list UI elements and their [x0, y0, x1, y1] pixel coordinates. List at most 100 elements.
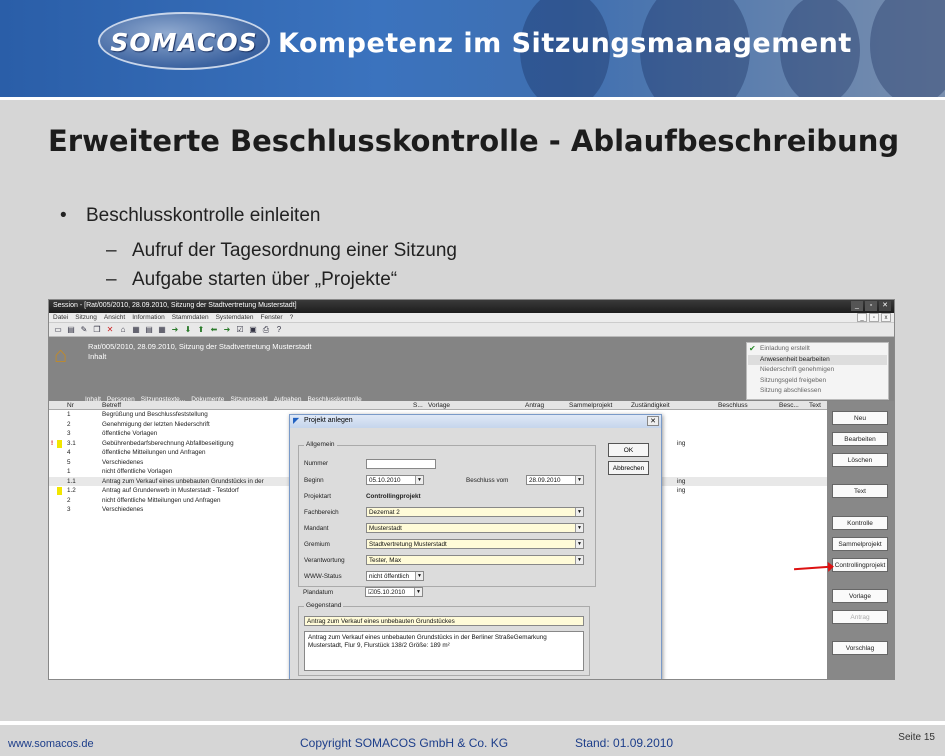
project-type-value: Controllingprojekt — [366, 493, 421, 500]
report-icon[interactable]: ▤ — [144, 325, 154, 335]
column-header[interactable]: Besc... — [779, 402, 799, 409]
menu-item[interactable]: Systemdaten — [216, 314, 254, 322]
column-header[interactable]: Antrag — [525, 402, 544, 409]
status-item[interactable]: Einladung erstellt — [748, 344, 887, 355]
text-button[interactable]: Text — [832, 484, 888, 498]
home-icon[interactable]: ⌂ — [118, 325, 128, 335]
footer-url[interactable]: www.somacos.de — [8, 738, 94, 750]
chevron-down-icon: ▼ — [414, 588, 422, 596]
subject-description[interactable]: Antrag zum Verkauf eines unbebauten Grun… — [304, 631, 584, 671]
dialog-icon: ◤ — [293, 416, 300, 425]
arrow-right-icon[interactable]: ➜ — [222, 325, 232, 335]
maximize-icon[interactable]: ▫ — [865, 301, 877, 311]
calendar-icon[interactable]: ▦ — [131, 325, 141, 335]
window-titlebar: Session - [Rat/005/2010, 28.09.2010, Sit… — [49, 300, 894, 313]
home-icon: ⌂ — [54, 342, 68, 367]
restore-icon[interactable]: ▫ — [869, 313, 879, 322]
menu-item[interactable]: Datei — [53, 314, 68, 322]
menu-item[interactable]: Fenster — [261, 314, 283, 322]
subject-field[interactable]: Antrag zum Verkauf eines unbebauten Grun… — [304, 616, 584, 626]
footer-date: Stand: 01.09.2010 — [575, 736, 674, 750]
table-header: Nr Betreff S... Vorlage Antrag Sammelpro… — [49, 401, 828, 410]
number-field[interactable] — [366, 459, 436, 469]
collective-project-button[interactable]: Sammelprojekt — [832, 537, 888, 551]
control-button[interactable]: Kontrolle — [832, 516, 888, 530]
action-panel: Neu Bearbeiten Löschen Text Kontrolle Sa… — [827, 401, 894, 679]
department-select[interactable]: Dezernat 2 ▼ — [366, 507, 584, 517]
committee-select[interactable]: Stadtvertretung Musterstadt ▼ — [366, 539, 584, 549]
controlling-project-button[interactable]: Controllingprojekt — [832, 558, 888, 572]
copy-icon[interactable]: ❐ — [92, 325, 102, 335]
tagline: Kompetenz im Sitzungsmanagement — [278, 28, 852, 59]
chevron-down-icon: ▼ — [575, 540, 583, 548]
chevron-down-icon: ▼ — [415, 572, 423, 580]
chevron-down-icon: ▼ — [575, 508, 583, 516]
column-header[interactable]: S... — [413, 402, 423, 409]
proposal-button[interactable]: Vorlage — [832, 589, 888, 603]
new-document-icon[interactable]: ▭ — [53, 325, 63, 335]
toolbar: ▭ ▤ ✎ ❐ ✕ ⌂ ▦ ▤ ▦ ➜ ⬇ ⬆ ⬅ ➜ ☑ ▣ ⎙ ? — [49, 323, 894, 337]
menu-item[interactable]: Sitzung — [75, 314, 97, 322]
highlight-marker — [57, 487, 62, 495]
session-title: Rat/005/2010, 28.09.2010, Sitzung der St… — [88, 342, 312, 351]
column-header[interactable]: Zuständigkeit — [631, 402, 670, 409]
menu-item[interactable]: Ansicht — [104, 314, 125, 322]
new-button[interactable]: Neu — [832, 411, 888, 425]
arrow-down-icon[interactable]: ⬇ — [183, 325, 193, 335]
subject-group: Gegenstand Antrag zum Verkauf eines unbe… — [298, 602, 590, 676]
column-header[interactable]: Vorlage — [428, 402, 450, 409]
session-subtitle: Inhalt — [88, 352, 107, 361]
column-header[interactable]: Beschluss — [718, 402, 748, 409]
bullet-sub: – Aufgabe starten über „Projekte“ — [106, 269, 398, 290]
bullet-sub: – Aufruf der Tagesordnung einer Sitzung — [106, 240, 457, 261]
decision-date-field[interactable]: 28.09.2010 ▼ — [526, 475, 584, 485]
edit-icon[interactable]: ✎ — [79, 325, 89, 335]
column-header[interactable]: Sammelprojekt — [569, 402, 612, 409]
chevron-down-icon: ▼ — [415, 476, 423, 484]
delete-button[interactable]: Löschen — [832, 453, 888, 467]
status-item[interactable]: Anwesenheit bearbeiten — [748, 354, 887, 365]
menu-bar: Datei Sitzung Ansicht Information Stammd… — [49, 313, 894, 323]
ok-button[interactable]: OK — [608, 443, 649, 457]
chevron-down-icon: ▼ — [575, 556, 583, 564]
status-item[interactable]: Niederschrift genehmigen — [748, 365, 887, 376]
create-project-dialog: ◤ Projekt anlegen ✕ Allgemein Nummer Begin… — [289, 414, 662, 679]
delete-icon[interactable]: ✕ — [105, 325, 115, 335]
arrow-up-icon[interactable]: ⬆ — [196, 325, 206, 335]
close-icon[interactable]: ✕ — [647, 416, 659, 426]
menu-item[interactable]: Information — [132, 314, 165, 322]
help-icon[interactable]: ? — [274, 325, 284, 335]
cancel-button[interactable]: Abbrechen — [608, 461, 649, 475]
status-item[interactable]: Sitzung abschliessen — [748, 386, 887, 397]
menu-item[interactable]: ? — [290, 314, 294, 322]
print-icon[interactable]: ⎙ — [261, 325, 271, 335]
chevron-down-icon: ▼ — [575, 476, 583, 484]
bullet-main: • Beschlusskontrolle einleiten — [60, 205, 321, 226]
edit-button[interactable]: Bearbeiten — [832, 432, 888, 446]
minimize-icon[interactable]: _ — [851, 301, 863, 311]
close-icon[interactable]: ✕ — [879, 301, 891, 311]
menu-item[interactable]: Stammdaten — [172, 314, 209, 322]
column-header[interactable]: Nr — [67, 402, 74, 409]
close-icon[interactable]: x — [881, 313, 891, 322]
footer-divider — [0, 721, 945, 725]
save-icon[interactable]: ▣ — [248, 325, 258, 335]
open-icon[interactable]: ▤ — [66, 325, 76, 335]
arrow-right-icon[interactable]: ➜ — [170, 325, 180, 335]
client-select[interactable]: Musterstadt ▼ — [366, 523, 584, 533]
grid-icon[interactable]: ▦ — [157, 325, 167, 335]
checklist-icon[interactable]: ☑ — [235, 325, 245, 335]
responsible-select[interactable]: Tester, Max ▼ — [366, 555, 584, 565]
start-date-field[interactable]: 05.10.2010 ▼ — [366, 475, 424, 485]
motion-button[interactable]: Antrag — [832, 610, 888, 624]
minimize-icon[interactable]: _ — [857, 313, 867, 322]
column-header[interactable]: Text — [809, 402, 821, 409]
arrow-left-icon[interactable]: ⬅ — [209, 325, 219, 335]
status-item[interactable]: Sitzungsgeld freigeben — [748, 376, 887, 387]
slide-title: Erweiterte Beschlusskontrolle - Ablaufbe… — [48, 124, 900, 158]
column-header[interactable]: Betreff — [102, 402, 121, 409]
suggestion-button[interactable]: Vorschlag — [832, 641, 888, 655]
planned-date-field[interactable]: ☑05.10.2010 ▼ — [365, 587, 423, 597]
www-status-select[interactable]: nicht öffentlich ▼ — [366, 571, 424, 581]
workflow-status: Einladung erstellt Anwesenheit bearbeite… — [746, 342, 889, 400]
